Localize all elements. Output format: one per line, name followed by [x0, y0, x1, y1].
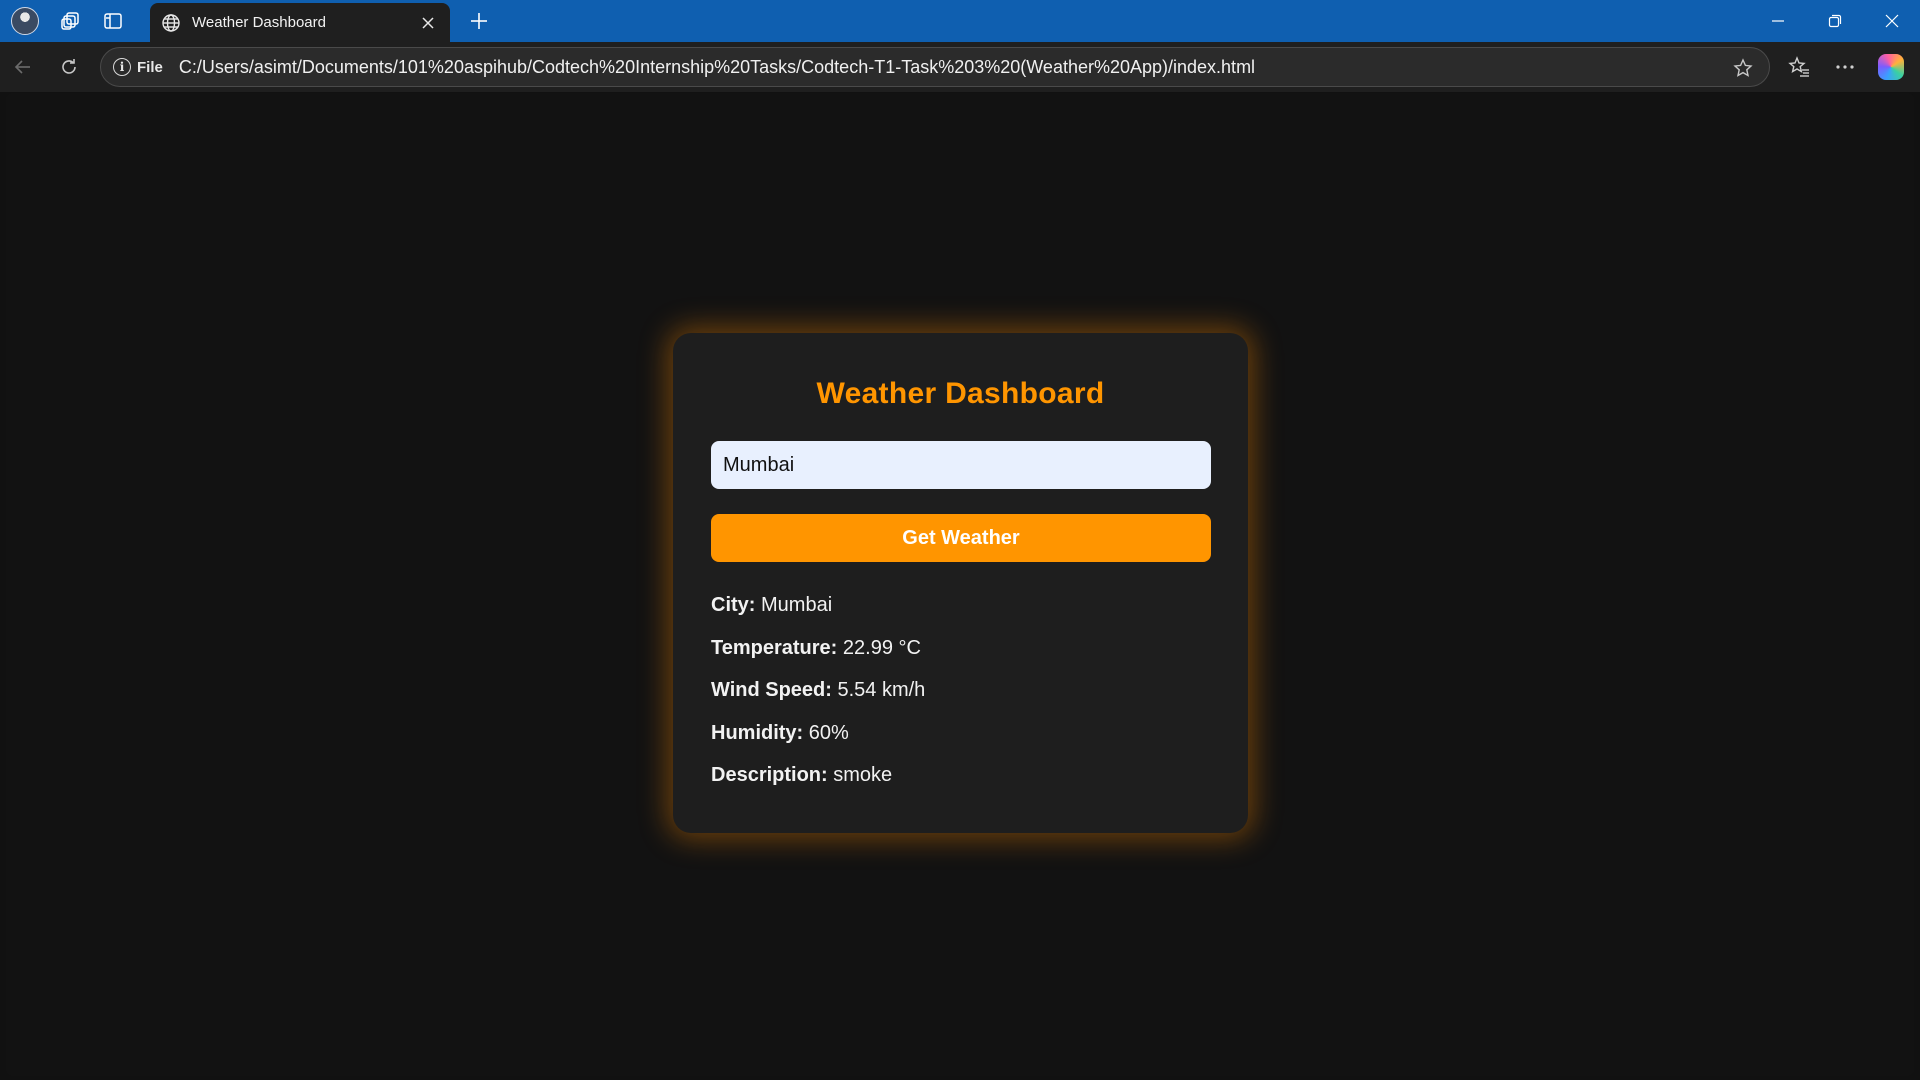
star-icon[interactable] — [1729, 54, 1757, 82]
url-text[interactable]: C:/Users/asimt/Documents/101%20aspihub/C… — [179, 57, 1255, 78]
vertical-tabs-icon[interactable] — [92, 0, 134, 42]
wind-speed-label: Wind Speed: — [711, 679, 838, 701]
city-row: City: Mumbai — [711, 584, 1210, 627]
humidity-label: Humidity: — [711, 721, 809, 744]
more-icon[interactable] — [1822, 42, 1868, 92]
weather-card: Weather Dashboard Get Weather City: Mumb… — [673, 333, 1248, 833]
minimize-icon[interactable] — [1749, 0, 1806, 42]
site-info-button[interactable]: i File — [111, 52, 171, 82]
weather-results: City: Mumbai Temperature: 22.99 °C Wind … — [711, 584, 1210, 797]
humidity-row: Humidity: 60% — [711, 712, 1210, 755]
window-controls — [1749, 0, 1920, 42]
wind-speed-value: 5.54 km/h — [837, 679, 926, 701]
workspaces-icon[interactable] — [50, 0, 92, 42]
back-icon[interactable] — [0, 42, 46, 92]
address-bar[interactable]: i File C:/Users/asimt/Documents/101%20as… — [100, 47, 1770, 87]
site-info-label: File — [137, 58, 163, 76]
title-bar: Weather Dashboard — [0, 0, 1920, 42]
profile-button[interactable] — [0, 0, 50, 42]
get-weather-button[interactable]: Get Weather — [711, 514, 1211, 562]
close-window-icon[interactable] — [1863, 0, 1920, 42]
description-label: Description: — [711, 764, 834, 786]
info-icon: i — [113, 58, 131, 76]
plus-icon[interactable] — [458, 0, 500, 42]
close-icon[interactable] — [416, 11, 440, 35]
page-title: Weather Dashboard — [816, 377, 1105, 410]
temperature-value: 22.99 °C — [842, 636, 921, 659]
tab-weather-dashboard[interactable]: Weather Dashboard — [150, 3, 450, 42]
refresh-icon[interactable] — [46, 42, 92, 92]
restore-icon[interactable] — [1806, 0, 1863, 42]
globe-icon — [160, 12, 182, 34]
copilot-icon[interactable] — [1868, 42, 1914, 92]
browser-toolbar: i File C:/Users/asimt/Documents/101%20as… — [0, 42, 1920, 92]
city-label: City: — [711, 594, 761, 616]
description-row: Description: smoke — [711, 754, 1210, 797]
city-input[interactable] — [711, 441, 1211, 489]
wind-speed-row: Wind Speed: 5.54 km/h — [711, 669, 1210, 712]
page-viewport: Weather Dashboard Get Weather City: Mumb… — [6, 93, 1914, 1076]
city-value: Mumbai — [761, 594, 833, 616]
avatar — [11, 7, 39, 35]
tab-title: Weather Dashboard — [192, 14, 326, 31]
humidity-value: 60% — [808, 721, 849, 744]
favorites-icon[interactable] — [1776, 42, 1822, 92]
toolbar-right — [1776, 42, 1914, 92]
temperature-label: Temperature: — [711, 636, 843, 659]
temperature-row: Temperature: 22.99 °C — [711, 627, 1210, 670]
description-value: smoke — [833, 764, 893, 786]
